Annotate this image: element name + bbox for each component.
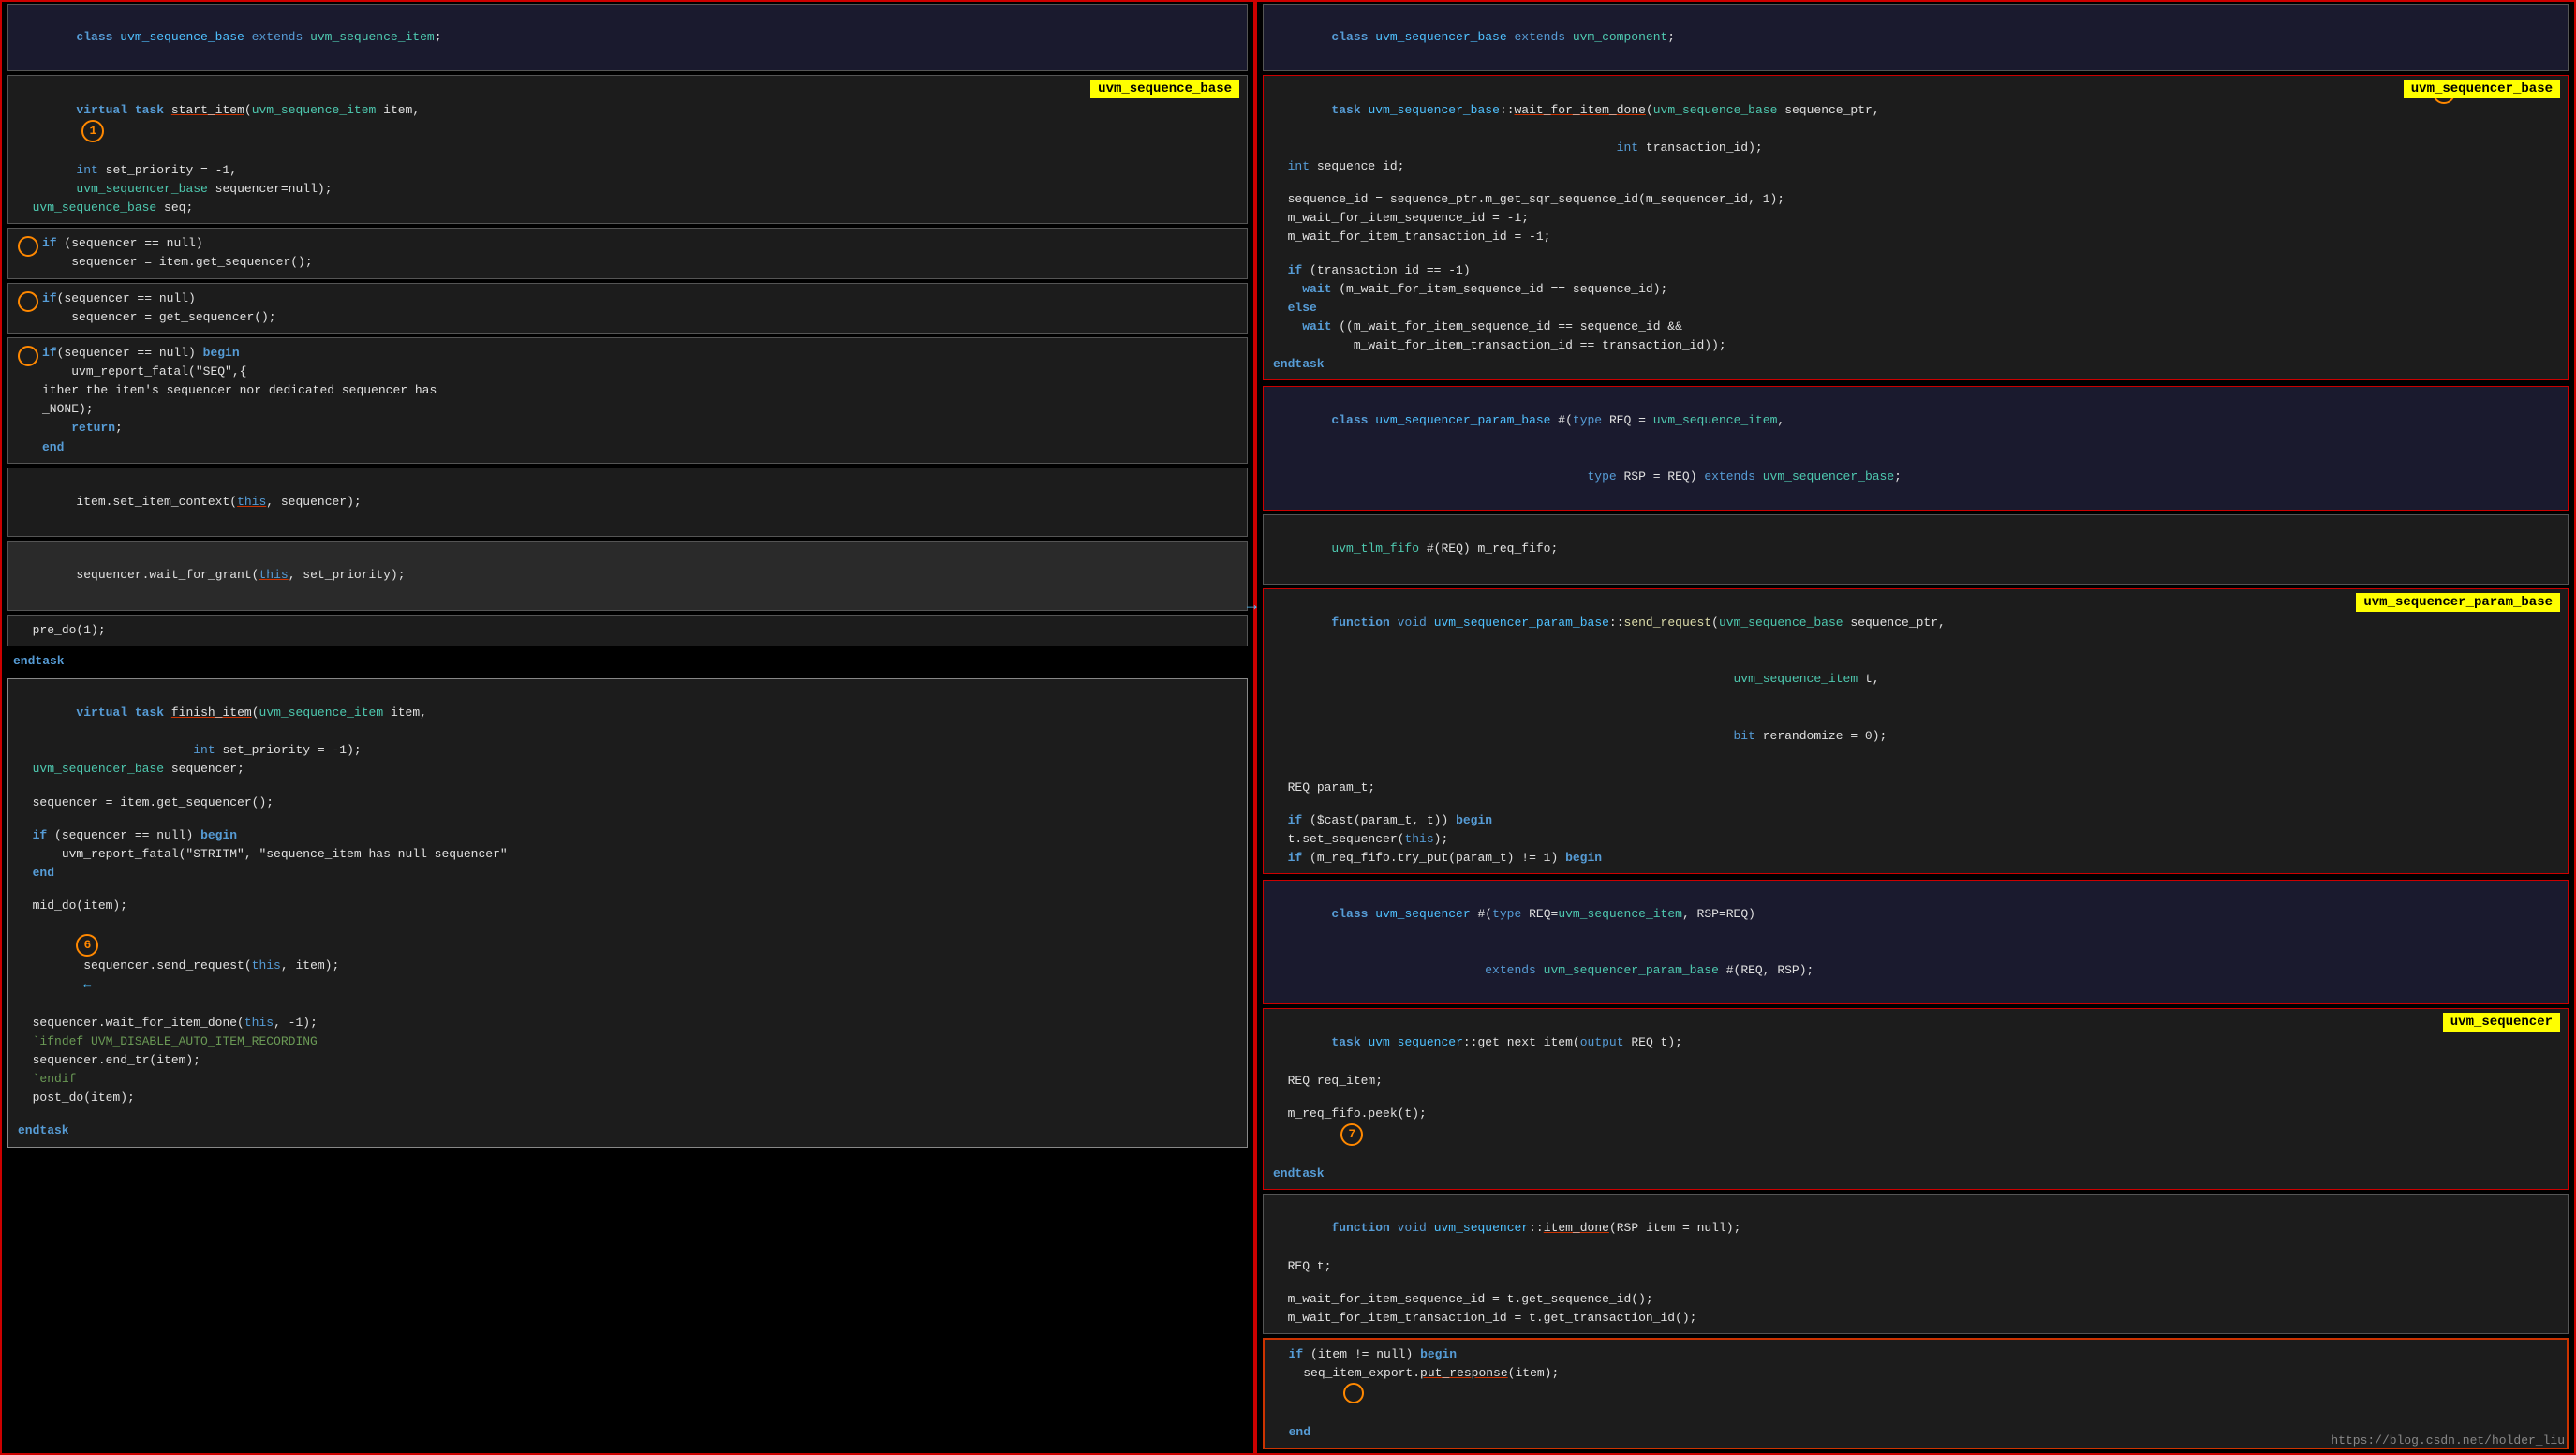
start-item-line1: virtual task start_item(uvm_sequence_ite… <box>18 82 1237 160</box>
wfid-wait-both: wait ((m_wait_for_item_sequence_id == se… <box>1273 318 2558 336</box>
send-req-header3: bit rerandomize = 0); <box>1273 708 2558 765</box>
gni-endtask: endtask <box>1273 1165 2558 1183</box>
wfid-header1: task uvm_sequencer_base::wait_for_item_d… <box>1273 82 2558 138</box>
if3-line3: ither the item's sequencer nor dedicated… <box>42 381 437 400</box>
endtask-2-line: endtask <box>18 1121 1237 1140</box>
param-base-line2: type RSP = REQ) extends uvm_sequencer_ba… <box>1273 449 2558 505</box>
finish-item-header2: int set_priority = -1); <box>18 741 1237 760</box>
sequencer-class-header: class uvm_sequencer #(type REQ=uvm_seque… <box>1263 880 2569 1004</box>
if-item-line2: seq_item_export.put_response(item); <box>1274 1364 2557 1422</box>
item-done-block: function void uvm_sequencer::item_done(R… <box>1263 1194 2569 1334</box>
left-class-header: class uvm_sequence_base extends uvm_sequ… <box>7 4 1248 71</box>
get-next-item-block: uvm_sequencer task uvm_sequencer::get_ne… <box>1263 1008 2569 1190</box>
gni-peek: m_req_fifo.peek(t); 7 <box>1273 1105 2558 1165</box>
wfid-else: else <box>1273 299 2558 318</box>
if2-line2: sequencer = get_sequencer(); <box>42 308 276 327</box>
tlm-fifo-line: uvm_tlm_fifo #(REQ) m_req_fifo; <box>1273 521 2558 577</box>
wfid-endtask: endtask <box>1273 355 2558 374</box>
tlm-fifo-block: uvm_tlm_fifo #(REQ) m_req_fifo; <box>1263 514 2569 584</box>
if-block-2: if(sequencer == null) sequencer = get_se… <box>7 283 1248 334</box>
if3-line4: _NONE); <box>42 400 437 419</box>
send-req-try-put: if (m_req_fifo.try_put(param_t) != 1) be… <box>1273 849 2558 868</box>
item-done-transid: m_wait_for_item_transaction_id = t.get_t… <box>1273 1309 2558 1328</box>
arrow-to-send-request: → <box>1247 597 1257 616</box>
if-block-3: if(sequencer == null) begin uvm_report_f… <box>7 337 1248 464</box>
start-item-line3: uvm_sequencer_base sequencer=null); <box>18 180 1237 199</box>
wfid-wait-seq: wait (m_wait_for_item_sequence_id == seq… <box>1273 280 2558 299</box>
finish-post-do: post_do(item); <box>18 1089 1237 1107</box>
send-req-header2: uvm_sequence_item t, <box>1273 651 2558 707</box>
finish-item-getseq: sequencer = item.get_sequencer(); <box>18 794 1237 812</box>
gni-req: REQ req_item; <box>1273 1072 2558 1091</box>
start-item-label: uvm_sequence_base <box>1090 80 1239 98</box>
param-base-line1: class uvm_sequencer_param_base #(type RE… <box>1273 392 2558 448</box>
finish-ifndef: `ifndef UVM_DISABLE_AUTO_ITEM_RECORDING <box>18 1032 1237 1051</box>
wait-for-grant-block: sequencer.wait_for_grant(this, set_prior… <box>7 541 1248 610</box>
wfid-line1: int sequence_id; <box>1273 157 2558 176</box>
send-req-set-seq: t.set_sequencer(this); <box>1273 830 2558 849</box>
set-item-context-line: item.set_item_context(this, sequencer); <box>18 474 1237 530</box>
endtask-1: endtask <box>2 650 1253 673</box>
send-req-if-cast: if ($cast(param_t, t)) begin <box>1273 811 2558 830</box>
wfid-wait1: m_wait_for_item_sequence_id = -1; <box>1273 209 2558 228</box>
right-class-header: class uvm_sequencer_base extends uvm_com… <box>1263 4 2569 71</box>
sequencer-base-label-1: uvm_sequencer_base <box>2404 80 2560 98</box>
if3-line5: return; <box>42 419 437 438</box>
if-item-line1: if (item != null) begin <box>1274 1345 2557 1364</box>
finish-send-req: 6 sequencer.send_request(this, item); ← <box>18 915 1237 1014</box>
if3-line2: uvm_report_fatal("SEQ",{ <box>42 363 437 381</box>
wfid-if: if (transaction_id == -1) <box>1273 261 2558 280</box>
finish-item-fatal: uvm_report_fatal("STRITM", "sequence_ite… <box>18 845 1237 864</box>
left-class-header-text: class uvm_sequence_base extends uvm_sequ… <box>18 30 442 63</box>
finish-wait-item: sequencer.wait_for_item_done(this, -1); <box>18 1014 1237 1032</box>
item-done-seqid: m_wait_for_item_sequence_id = t.get_sequ… <box>1273 1290 2558 1309</box>
right-class-header-text: class uvm_sequencer_base extends uvm_com… <box>1273 30 1675 63</box>
start-item-block: uvm_sequence_base virtual task start_ite… <box>7 75 1248 224</box>
if3-end: end <box>42 438 437 457</box>
left-panel: class uvm_sequence_base extends uvm_sequ… <box>0 0 1255 1455</box>
finish-end-tr: sequencer.end_tr(item); <box>18 1051 1237 1070</box>
if1-line1: if (sequencer == null) <box>42 234 313 253</box>
sequencer-header2: extends uvm_sequencer_param_base #(REQ, … <box>1273 943 2558 999</box>
wait-for-grant-line: sequencer.wait_for_grant(this, set_prior… <box>18 547 1237 603</box>
watermark: https://blog.csdn.net/holder_liu <box>2331 1433 2565 1448</box>
finish-endif: `endif <box>18 1070 1237 1089</box>
right-panel: class uvm_sequencer_base extends uvm_com… <box>1255 0 2576 1455</box>
endtask-1-line: endtask <box>13 652 1242 671</box>
pre-do-line: pre_do(1); <box>18 621 1237 640</box>
if3-line1: if(sequencer == null) begin <box>42 344 437 363</box>
main-container: class uvm_sequence_base extends uvm_sequ… <box>0 0 2576 1455</box>
wait-for-item-done-block: uvm_sequencer_base 8 task uvm_sequencer_… <box>1263 75 2569 380</box>
if2-line1: if(sequencer == null) <box>42 290 276 308</box>
send-req-param: REQ param_t; <box>1273 779 2558 797</box>
gni-header: task uvm_sequencer::get_next_item(output… <box>1273 1015 2558 1071</box>
wfid-seqid: sequence_id = sequence_ptr.m_get_sqr_seq… <box>1273 190 2558 209</box>
finish-item-header1: virtual task finish_item(uvm_sequence_it… <box>18 685 1237 741</box>
finish-item-seq: uvm_sequencer_base sequencer; <box>18 760 1237 779</box>
param-base-class-header: class uvm_sequencer_param_base #(type RE… <box>1263 386 2569 511</box>
item-done-req: REQ t; <box>1273 1257 2558 1276</box>
finish-item-block: virtual task finish_item(uvm_sequence_it… <box>7 678 1248 1148</box>
finish-item-if: if (sequencer == null) begin <box>18 826 1237 845</box>
start-item-seq: uvm_sequence_base seq; <box>18 199 1237 217</box>
if1-line2: sequencer = item.get_sequencer(); <box>42 253 313 272</box>
pre-do-block: pre_do(1); <box>7 615 1248 646</box>
send-request-block: uvm_sequencer_param_base → function void… <box>1263 588 2569 875</box>
sequencer-header1: class uvm_sequencer #(type REQ=uvm_seque… <box>1273 885 2558 942</box>
set-item-context-block: item.set_item_context(this, sequencer); <box>7 468 1248 537</box>
sequencer-label: uvm_sequencer <box>2443 1013 2560 1032</box>
if-block-1: if (sequencer == null) sequencer = item.… <box>7 228 1248 278</box>
wfid-header2: int transaction_id); <box>1273 139 2558 157</box>
start-item-line2: int set_priority = -1, <box>18 161 1237 180</box>
wfid-wait-both2: m_wait_for_item_transaction_id == transa… <box>1273 336 2558 355</box>
finish-mid-do: mid_do(item); <box>18 897 1237 915</box>
item-done-header: function void uvm_sequencer::item_done(R… <box>1273 1200 2558 1256</box>
finish-item-end1: end <box>18 864 1237 883</box>
wfid-wait2: m_wait_for_item_transaction_id = -1; <box>1273 228 2558 246</box>
param-base-label: uvm_sequencer_param_base <box>2356 593 2560 612</box>
